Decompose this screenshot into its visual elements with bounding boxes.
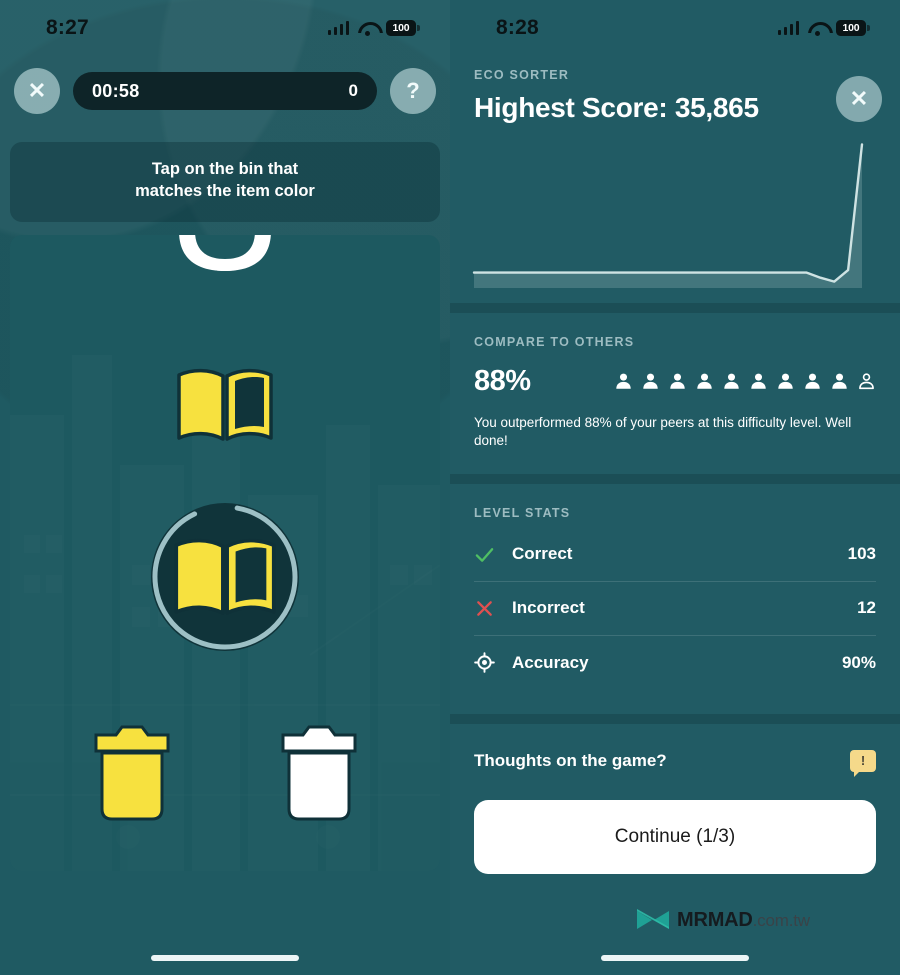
stat-label: Incorrect	[512, 598, 585, 618]
score-value: 0	[348, 81, 358, 100]
stat-row: Accuracy 90%	[474, 636, 876, 690]
score-history-chart	[450, 128, 900, 303]
person-filled-icon	[697, 373, 712, 389]
home-indicator-right[interactable]	[601, 955, 749, 961]
status-bar-left: 8:27 100	[0, 0, 450, 56]
section-divider	[450, 713, 900, 724]
stat-value: 12	[857, 598, 876, 618]
instruction-card: Tap on the bin that matches the item col…	[10, 142, 440, 222]
compare-row: 88%	[474, 365, 876, 398]
close-icon: ✕	[849, 86, 869, 111]
game-topbar: ✕ 00:58 0 ?	[0, 68, 450, 114]
bin-yellow[interactable]	[92, 723, 172, 823]
wifi-icon	[358, 21, 377, 36]
wifi-icon	[808, 21, 827, 36]
game-panel: 8:27 100 ✕ 00:58 0 ? Tap on the bin that…	[0, 0, 450, 975]
signal-bars-icon	[327, 21, 349, 35]
peer-people-icons	[614, 372, 876, 391]
page-title: Highest Score: 35,865	[474, 92, 759, 123]
signal-bars-icon	[777, 21, 799, 35]
feedback-section: Thoughts on the game? ! Continue (1/3)	[450, 724, 900, 874]
stat-icon	[474, 598, 512, 619]
compare-section: COMPARE TO OTHERS 88% You outperformed 8…	[450, 313, 900, 474]
battery-level: 100	[842, 22, 860, 34]
status-time: 8:28	[496, 16, 539, 39]
bin-white[interactable]	[279, 723, 359, 823]
stat-row: Incorrect 12	[474, 582, 876, 636]
stat-label: Correct	[512, 544, 573, 564]
stats-list: Correct 103 Incorrect 12 Accuracy 90%	[474, 528, 876, 690]
thoughts-row: Thoughts on the game? !	[474, 749, 876, 777]
person-filled-icon	[832, 373, 847, 389]
stat-value: 90%	[841, 652, 876, 672]
compare-percent: 88%	[474, 365, 531, 397]
stat-label: Accuracy	[512, 652, 589, 672]
countdown-ring	[152, 504, 298, 650]
battery-icon: 100	[386, 20, 420, 36]
results-panel: 8:28 100 ECO SORTER Highest Score: 35,86…	[450, 0, 900, 975]
person-filled-icon	[805, 373, 820, 389]
bins-row	[10, 723, 440, 823]
question-mark-icon: ?	[406, 78, 420, 103]
home-indicator-left[interactable]	[151, 955, 299, 961]
compare-section-label: COMPARE TO OTHERS	[474, 335, 635, 349]
person-filled-icon	[724, 373, 739, 389]
feedback-exclamation: !	[860, 753, 866, 769]
person-filled-icon	[616, 373, 631, 389]
score-history-sparkline	[472, 143, 864, 288]
person-filled-icon	[778, 373, 793, 389]
continue-label: Continue (1/3)	[614, 825, 736, 847]
close-button[interactable]: ✕	[14, 68, 60, 114]
play-area	[10, 234, 440, 871]
person-outline-icon	[859, 373, 874, 390]
timer-value: 00:58	[92, 80, 140, 101]
section-divider	[450, 473, 900, 484]
open-book-icon-preview	[177, 368, 273, 441]
feedback-bubble-icon[interactable]: !	[850, 749, 876, 777]
close-icon: ✕	[27, 78, 47, 103]
continue-button[interactable]: Continue (1/3)	[474, 799, 876, 874]
help-button[interactable]: ?	[390, 68, 436, 114]
status-icons: 100	[777, 20, 870, 36]
stat-row: Correct 103	[474, 528, 876, 582]
game-name-kicker: ECO SORTER	[474, 68, 570, 82]
bowl-item-icon	[179, 234, 271, 271]
status-icons: 100	[327, 20, 420, 36]
person-filled-icon	[751, 373, 766, 389]
status-time: 8:27	[46, 16, 89, 39]
close-results-button[interactable]: ✕	[836, 76, 882, 122]
stat-icon	[474, 544, 512, 565]
stat-icon	[474, 652, 512, 673]
cross-icon	[477, 600, 492, 616]
level-stats-section: LEVEL STATS Correct 103 Incorrect 12 Accurac…	[450, 484, 900, 714]
section-divider	[450, 303, 900, 313]
thoughts-label: Thoughts on the game?	[474, 750, 667, 770]
compare-note: You outperformed 88% of your peers at th…	[474, 415, 852, 448]
level-stats-label: LEVEL STATS	[474, 505, 571, 520]
check-icon	[475, 547, 494, 562]
person-filled-icon	[643, 373, 658, 389]
person-filled-icon	[670, 373, 685, 389]
battery-level: 100	[392, 22, 410, 34]
instruction-text: Tap on the bin that matches the item col…	[135, 160, 315, 200]
target-icon	[474, 652, 495, 673]
battery-icon: 100	[836, 20, 870, 36]
results-header: ECO SORTER Highest Score: 35,865 ✕	[450, 56, 900, 124]
timer-score-pill: 00:58 0	[73, 72, 377, 110]
app-screenshot: 8:27 100 ✕ 00:58 0 ? Tap on the bin that…	[0, 0, 900, 975]
stat-value: 103	[847, 544, 876, 564]
status-bar-right: 8:28 100	[450, 0, 900, 56]
